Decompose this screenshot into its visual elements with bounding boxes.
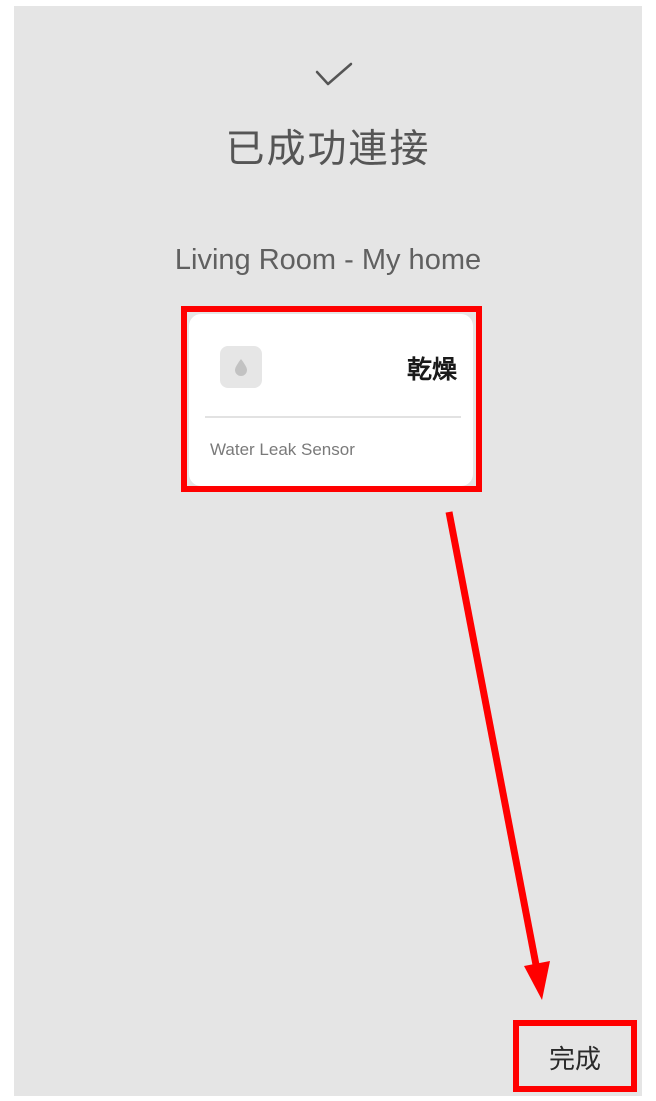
card-divider xyxy=(205,416,461,418)
water-drop-icon xyxy=(235,359,247,376)
done-button[interactable]: 完成 xyxy=(521,1028,629,1086)
room-location-label: Living Room - My home xyxy=(174,244,482,276)
device-name-label: Water Leak Sensor xyxy=(210,440,355,459)
checkmark-icon xyxy=(315,62,353,86)
device-icon-container xyxy=(220,346,262,388)
connection-status-title: 已成功連接 xyxy=(225,127,431,172)
device-card[interactable]: 乾燥 Water Leak Sensor xyxy=(189,314,473,486)
device-state-value: 乾燥 xyxy=(406,355,457,384)
